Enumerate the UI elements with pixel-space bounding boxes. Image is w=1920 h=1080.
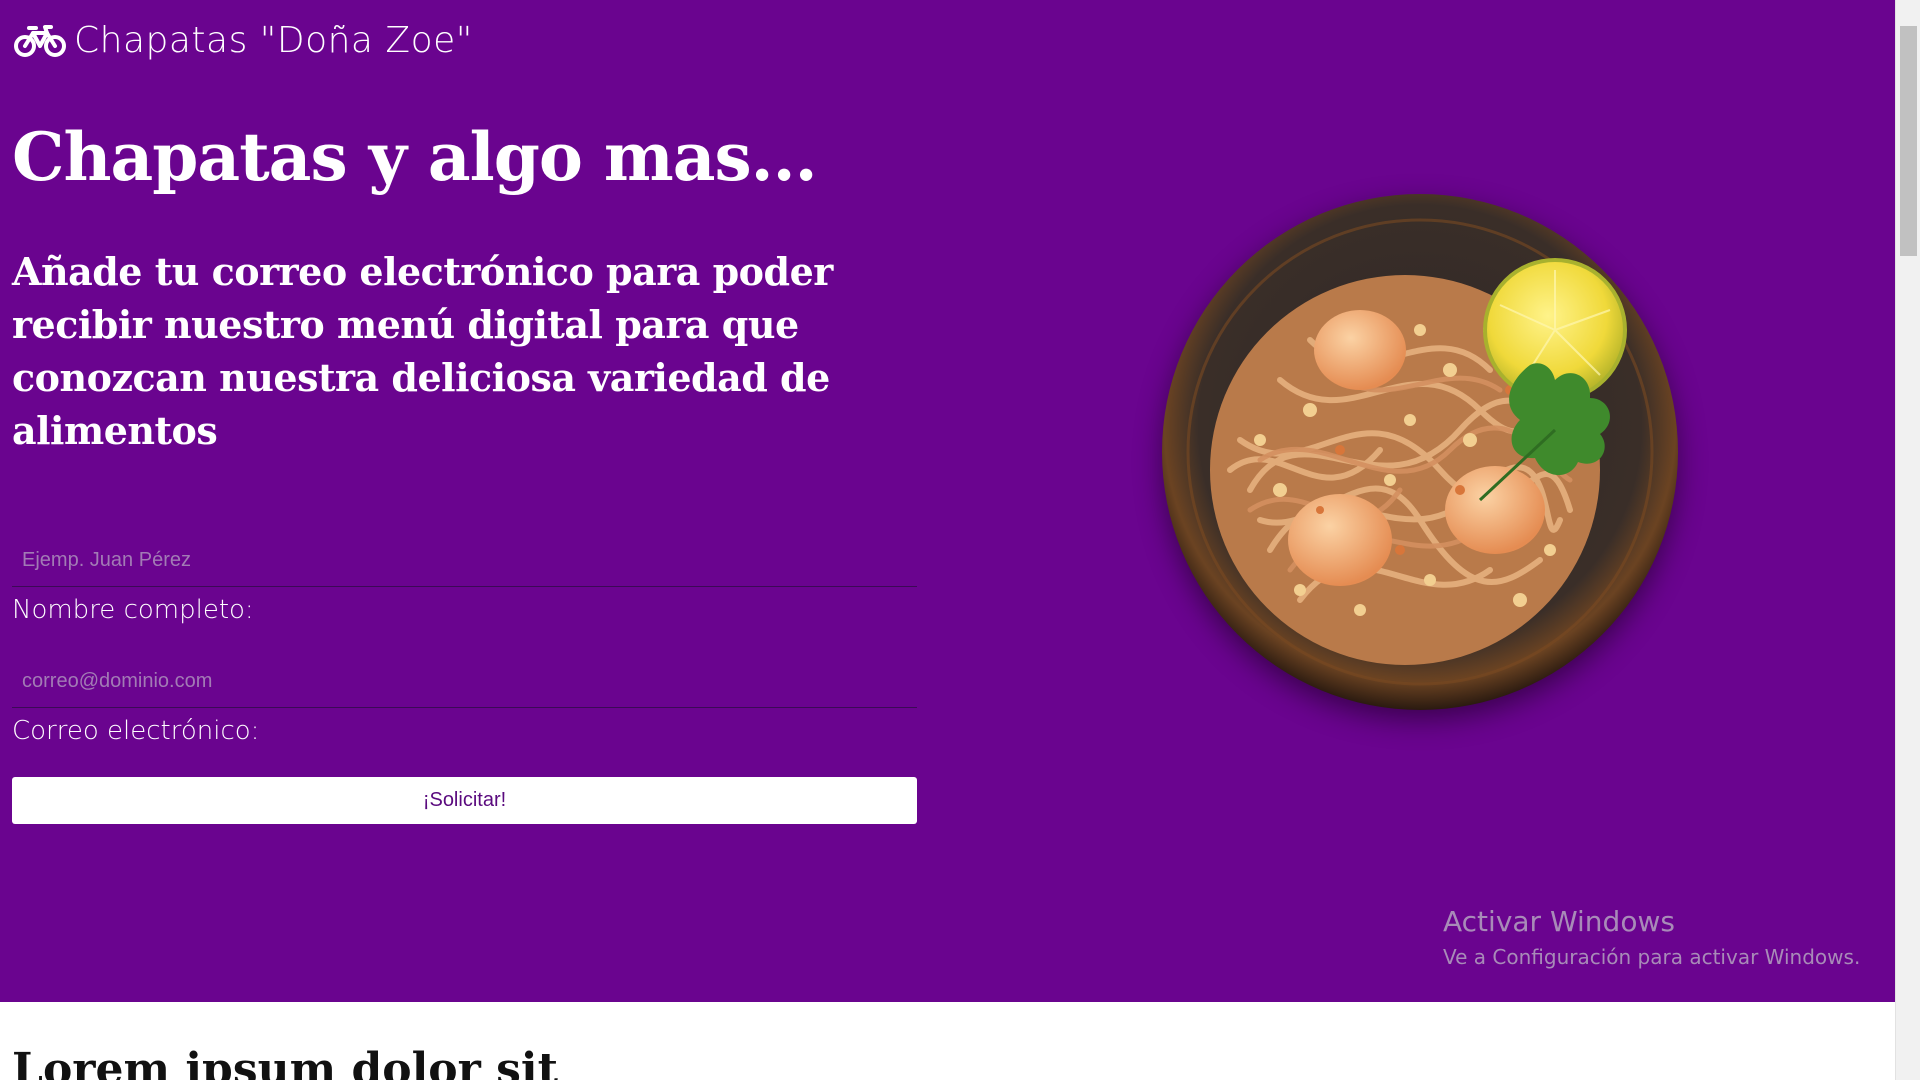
email-field-group: Correo electrónico: (12, 656, 917, 777)
menu-request-form: Nombre completo: Correo electrónico: ¡So… (12, 535, 917, 824)
email-input[interactable] (12, 656, 917, 708)
page-scrollbar[interactable] (1895, 0, 1920, 1080)
section-heading: Lorem ipsum dolor sit (12, 1044, 558, 1080)
email-label: Correo electrónico: (12, 716, 260, 746)
request-button[interactable]: ¡Solicitar! (12, 777, 917, 824)
noodles-dish-image (1160, 190, 1680, 710)
full-name-label: Nombre completo: (12, 595, 254, 625)
hero-headline: Chapatas y algo mas... (12, 118, 818, 196)
brand-link[interactable]: Chapatas "Doña Zoe" (14, 16, 473, 66)
activation-title: Activar Windows (1443, 905, 1675, 938)
page-viewport: Chapatas "Doña Zoe" Chapatas y algo mas.… (0, 0, 1895, 1080)
bicycle-icon (14, 24, 66, 58)
brand-name: Chapatas "Doña Zoe" (74, 20, 473, 61)
scrollbar-thumb[interactable] (1900, 26, 1917, 256)
windows-activation-watermark: Activar Windows Ve a Configuración para … (1443, 902, 1860, 972)
full-name-input[interactable] (12, 535, 917, 587)
hero-subheadline: Añade tu correo electrónico para poder r… (12, 249, 833, 453)
hero-section: Chapatas "Doña Zoe" Chapatas y algo mas.… (0, 0, 1895, 1002)
name-field-group: Nombre completo: (12, 535, 917, 656)
activation-subtitle: Ve a Configuración para activar Windows. (1443, 945, 1861, 969)
